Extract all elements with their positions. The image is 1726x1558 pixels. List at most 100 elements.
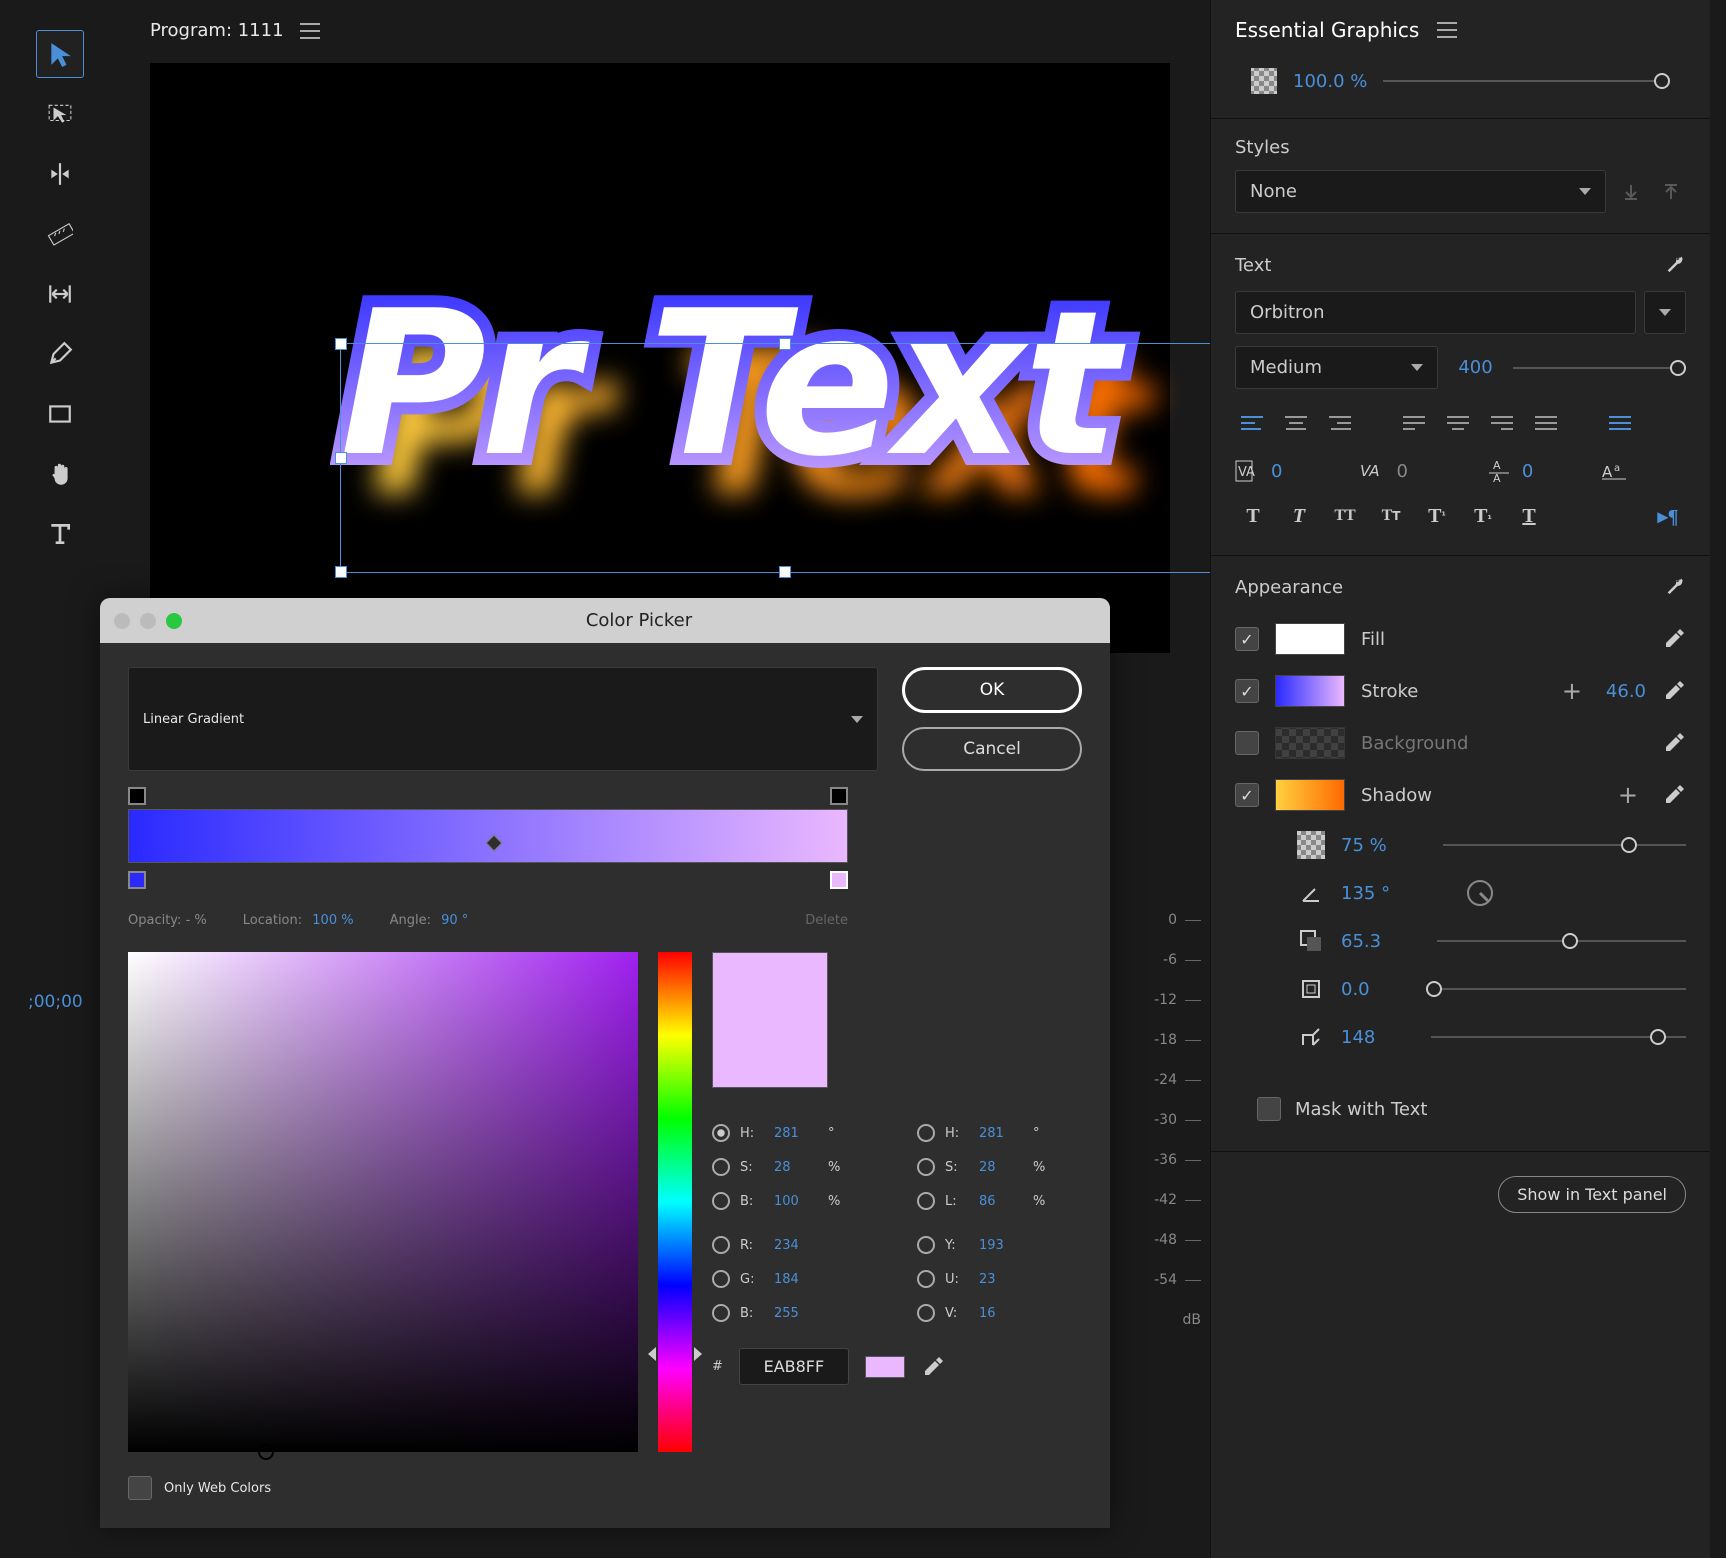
window-close-icon[interactable] (114, 613, 130, 629)
paragraph-direction-icon[interactable]: ▸¶ (1650, 501, 1686, 531)
shadow-spread-value[interactable]: 0.0 (1341, 979, 1370, 1000)
shadow-opacity-slider[interactable] (1443, 844, 1686, 846)
bri-radio[interactable] (712, 1192, 730, 1210)
saturation-value-picker[interactable] (128, 952, 638, 1452)
hsl-s-value[interactable]: 28 (979, 1160, 1023, 1175)
align-center-icon[interactable] (1279, 409, 1313, 439)
fill-checkbox[interactable] (1235, 627, 1259, 651)
lum-radio[interactable] (917, 1192, 935, 1210)
shadow-swatch[interactable] (1275, 779, 1345, 811)
rectangle-tool[interactable] (36, 390, 84, 438)
hsb-h-value[interactable]: 281 (774, 1126, 818, 1141)
shadow-opacity-value[interactable]: 75 % (1341, 835, 1387, 856)
font-weight-dropdown[interactable]: Medium (1235, 346, 1438, 389)
mask-with-text-checkbox[interactable] (1257, 1097, 1281, 1121)
align-right-icon[interactable] (1323, 409, 1357, 439)
all-caps-icon[interactable]: TT (1327, 501, 1363, 531)
g-radio[interactable] (712, 1270, 730, 1288)
justify-last-right-icon[interactable] (1485, 409, 1519, 439)
direct-select-tool[interactable] (36, 90, 84, 138)
horizontal-expand-tool[interactable] (36, 270, 84, 318)
hsb-s-value[interactable]: 28 (774, 1160, 818, 1175)
hand-tool[interactable] (36, 450, 84, 498)
eyedropper-icon[interactable] (1662, 679, 1686, 703)
styles-dropdown[interactable]: None (1235, 170, 1606, 213)
justify-all-icon[interactable] (1529, 409, 1563, 439)
background-checkbox[interactable] (1235, 731, 1259, 755)
rgb-g-value[interactable]: 184 (774, 1272, 818, 1287)
ok-button[interactable]: OK (902, 667, 1082, 713)
gradient-location-value[interactable]: 100 % (312, 913, 353, 928)
gradient-preview[interactable] (128, 809, 848, 863)
wrench-icon[interactable] (1664, 574, 1686, 601)
gradient-editor[interactable] (128, 791, 848, 885)
program-viewport[interactable]: Pr Text Pr Text (150, 63, 1170, 653)
ruler-tool[interactable] (36, 210, 84, 258)
websafe-swatch[interactable] (865, 1356, 905, 1378)
u-radio[interactable] (917, 1270, 935, 1288)
fill-swatch[interactable] (1275, 623, 1345, 655)
gradient-type-dropdown[interactable]: Linear Gradient (128, 667, 878, 771)
shadow-angle-dial[interactable] (1466, 879, 1494, 907)
hue-slider[interactable] (658, 952, 692, 1452)
tracking-va-boxed-value[interactable]: 0 (1271, 461, 1282, 482)
dialog-titlebar[interactable]: Color Picker (100, 598, 1110, 643)
hex-input[interactable] (739, 1348, 849, 1385)
rgb-r-value[interactable]: 234 (774, 1238, 818, 1253)
yuv-v-value[interactable]: 16 (979, 1306, 1023, 1321)
opacity-stop-right[interactable] (830, 787, 848, 805)
shadow-angle-value[interactable]: 135 ° (1341, 883, 1390, 904)
pen-tool[interactable] (36, 330, 84, 378)
eyedropper-icon[interactable] (1662, 783, 1686, 807)
color-stop-left[interactable] (128, 871, 146, 889)
stroke-swatch[interactable] (1275, 675, 1345, 707)
justify-last-left-icon[interactable] (1397, 409, 1431, 439)
panel-menu-icon[interactable] (1437, 22, 1457, 38)
small-caps-icon[interactable]: TT (1373, 501, 1409, 531)
superscript-icon[interactable]: T¹ (1419, 501, 1455, 531)
gradient-angle-value[interactable]: 90 ° (441, 913, 468, 928)
y-radio[interactable] (917, 1236, 935, 1254)
layer-opacity-value[interactable]: 100.0 % (1293, 71, 1367, 92)
selection-bounds[interactable] (340, 343, 1230, 573)
only-web-colors-checkbox[interactable] (128, 1476, 152, 1500)
rtl-text-icon[interactable] (1603, 409, 1637, 439)
font-size-value[interactable]: 400 (1458, 357, 1492, 378)
panel-menu-icon[interactable] (300, 23, 320, 39)
stroke-width-value[interactable]: 46.0 (1606, 681, 1646, 702)
shadow-blur-value[interactable]: 148 (1341, 1027, 1375, 1048)
rgb-b-value[interactable]: 255 (774, 1306, 818, 1321)
eyedropper-icon[interactable] (1662, 627, 1686, 651)
type-tool[interactable] (36, 510, 84, 558)
hsb-b-value[interactable]: 100 (774, 1194, 818, 1209)
layer-opacity-slider[interactable] (1383, 80, 1670, 82)
add-shadow-icon[interactable]: + (1610, 781, 1646, 809)
hsl-l-value[interactable]: 86 (979, 1194, 1023, 1209)
b-radio[interactable] (712, 1304, 730, 1322)
font-family-chevron[interactable] (1644, 291, 1686, 334)
shadow-distance-slider[interactable] (1437, 940, 1686, 942)
color-stop-right[interactable] (830, 871, 848, 889)
eyedropper-icon[interactable] (921, 1355, 945, 1379)
shadow-spread-slider[interactable] (1426, 988, 1686, 990)
timecode-value[interactable]: ;00;00 (28, 992, 83, 1012)
v-radio[interactable] (917, 1304, 935, 1322)
shadow-checkbox[interactable] (1235, 783, 1259, 807)
show-in-text-panel-button[interactable]: Show in Text panel (1498, 1176, 1686, 1213)
yuv-u-value[interactable]: 23 (979, 1272, 1023, 1287)
faux-bold-icon[interactable]: T (1235, 501, 1271, 531)
wrench-icon[interactable] (1664, 252, 1686, 279)
window-minimize-icon[interactable] (140, 613, 156, 629)
stroke-checkbox[interactable] (1235, 679, 1259, 703)
font-size-slider[interactable] (1513, 367, 1686, 369)
subscript-icon[interactable]: T₁ (1465, 501, 1501, 531)
hue-radio[interactable] (712, 1124, 730, 1142)
style-push-up-icon[interactable] (1656, 177, 1686, 207)
vertical-align-tool[interactable] (36, 150, 84, 198)
underline-icon[interactable]: T (1511, 501, 1547, 531)
font-family-dropdown[interactable]: Orbitron (1235, 291, 1636, 334)
align-left-icon[interactable] (1235, 409, 1269, 439)
kerning-value[interactable]: 0 (1396, 461, 1407, 482)
faux-italic-icon[interactable]: T (1281, 501, 1317, 531)
window-zoom-icon[interactable] (166, 613, 182, 629)
